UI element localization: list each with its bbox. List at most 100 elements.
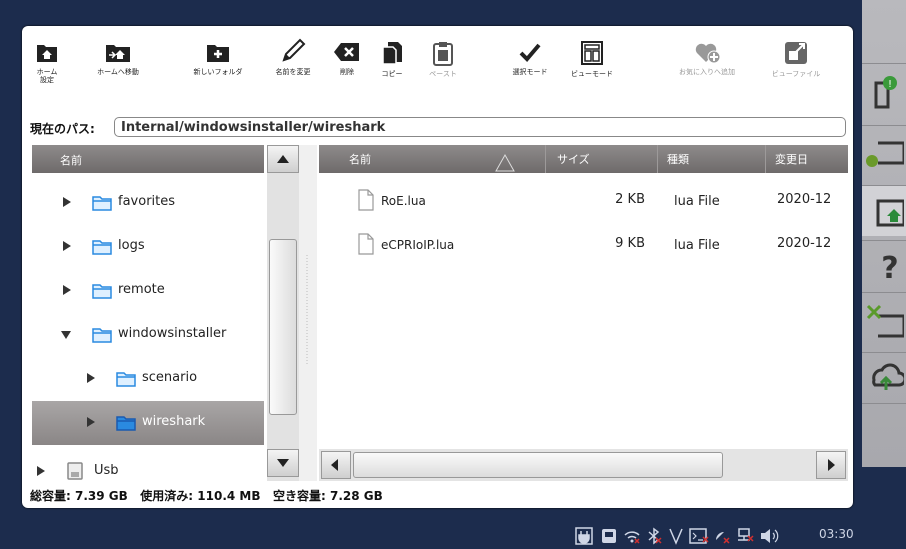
file-row[interactable]: RoE.lua 2 KB lua File 2020-12 <box>319 181 848 225</box>
scroll-right-button[interactable] <box>816 451 846 479</box>
tree-item-windowsinstaller[interactable]: windowsinstaller <box>32 313 264 357</box>
tree-scrollbar[interactable] <box>267 145 299 481</box>
file-icon <box>358 233 374 255</box>
add-favorite-label: お気に入りへ追加 <box>679 68 735 76</box>
expand-arrow-icon[interactable] <box>86 416 96 428</box>
home-settings-button[interactable]: ホーム 設定 <box>30 40 64 84</box>
view-file-icon <box>785 42 807 64</box>
column-separator <box>545 145 546 173</box>
folder-home-icon <box>876 199 904 227</box>
terminal-icon[interactable] <box>689 527 709 545</box>
satellite-icon[interactable] <box>713 527 731 545</box>
svg-text:?: ? <box>881 251 898 286</box>
path-field[interactable]: Internal/windowsinstaller/wireshark <box>114 117 846 137</box>
arrow-right-icon <box>828 459 835 471</box>
side-panel: ! ? <box>862 0 906 467</box>
wifi-icon[interactable] <box>623 527 641 545</box>
expand-arrow-icon[interactable] <box>86 372 96 384</box>
path-label: 現在のパス: <box>30 122 95 136</box>
folder-info-button[interactable]: ! <box>862 63 906 114</box>
tree-item-favorites[interactable]: favorites <box>32 181 264 225</box>
delete-icon <box>334 43 359 61</box>
file-date: 2020-12 <box>777 192 832 207</box>
view-mode-button[interactable]: ビューモード <box>564 40 620 78</box>
file-row[interactable]: eCPRIoIP.lua 9 KB lua File 2020-12 <box>319 225 848 269</box>
network-icon[interactable] <box>735 527 755 545</box>
file-name: RoE.lua <box>381 194 426 208</box>
cloud-upload-icon <box>872 363 904 390</box>
tree-item-label: favorites <box>118 194 176 209</box>
go-home-icon <box>106 45 130 62</box>
view-mode-label: ビューモード <box>571 70 613 78</box>
horizontal-scrollbar[interactable] <box>319 449 848 481</box>
scroll-left-button[interactable] <box>321 451 351 479</box>
signal-v-icon[interactable] <box>667 527 685 545</box>
column-header-type[interactable]: 種類 <box>667 151 689 167</box>
folder-tools-button[interactable] <box>862 292 906 343</box>
column-header-date[interactable]: 変更日 <box>775 151 808 167</box>
paste-icon <box>433 42 453 66</box>
storage-status: 総容量: 7.39 GB 使用済み: 110.4 MB 空き容量: 7.28 G… <box>30 489 383 503</box>
cloud-upload-button[interactable] <box>862 352 906 404</box>
collapse-arrow-icon[interactable] <box>60 330 72 340</box>
rename-button[interactable]: 名前を変更 <box>266 38 320 76</box>
home-settings-label: ホーム 設定 <box>36 68 58 84</box>
select-mode-label: 選択モード <box>512 68 548 76</box>
view-file-button[interactable]: ビューファイル <box>768 40 824 78</box>
add-favorite-button[interactable]: お気に入りへ追加 <box>672 40 742 76</box>
storage-icon[interactable] <box>601 527 617 545</box>
view-file-label: ビューファイル <box>771 70 821 78</box>
volume-icon[interactable] <box>759 527 779 545</box>
folder-icon <box>116 416 136 431</box>
tree-header[interactable]: 名前 <box>32 145 264 173</box>
tree-header-label: 名前 <box>60 154 82 167</box>
rename-label: 名前を変更 <box>275 68 311 76</box>
scroll-thumb[interactable] <box>269 239 297 415</box>
tree-item-scenario[interactable]: scenario <box>32 357 264 401</box>
system-tray: 03:30 <box>575 525 905 547</box>
copy-button[interactable]: コピー <box>372 40 412 78</box>
select-mode-icon <box>519 43 541 62</box>
expand-arrow-icon[interactable] <box>36 465 46 477</box>
column-header-name[interactable]: 名前 <box>349 151 371 167</box>
tree-item-remote[interactable]: remote <box>32 269 264 313</box>
scroll-thumb[interactable] <box>353 452 723 478</box>
select-mode-button[interactable]: 選択モード <box>504 40 556 76</box>
help-button[interactable]: ? <box>862 240 906 291</box>
file-size: 9 KB <box>615 236 645 251</box>
tree-list: favorites logs remote windowsinstaller s <box>32 173 264 481</box>
sort-ascending-icon[interactable] <box>494 151 516 173</box>
paste-button[interactable]: ペースト <box>420 40 466 78</box>
file-icon <box>358 189 374 211</box>
folder-settings-button[interactable] <box>862 125 906 176</box>
expand-arrow-icon[interactable] <box>62 196 72 208</box>
go-home-button[interactable]: ホームへ移動 <box>88 40 148 76</box>
arrow-down-icon <box>277 459 289 467</box>
tree-item-usb[interactable]: Usb <box>32 449 264 481</box>
scroll-up-button[interactable] <box>267 145 299 173</box>
delete-button[interactable]: 削除 <box>332 40 362 76</box>
bluetooth-icon[interactable] <box>645 527 663 545</box>
home-settings-icon <box>37 45 57 62</box>
new-folder-icon <box>207 45 229 62</box>
tree-item-label: windowsinstaller <box>118 326 227 341</box>
tree-item-label: scenario <box>142 370 198 385</box>
folder-home-button[interactable] <box>862 185 906 236</box>
expand-arrow-icon[interactable] <box>62 284 72 296</box>
new-folder-button[interactable]: 新しいフォルダ <box>182 40 254 76</box>
tree-item-label: logs <box>118 238 145 253</box>
tree-item-logs[interactable]: logs <box>32 225 264 269</box>
copy-label: コピー <box>381 70 403 78</box>
scroll-down-button[interactable] <box>267 449 299 477</box>
usb-drive-icon <box>67 462 83 480</box>
svg-text:!: ! <box>888 79 892 90</box>
expand-arrow-icon[interactable] <box>62 240 72 252</box>
pane-splitter[interactable] <box>299 145 317 481</box>
file-date: 2020-12 <box>777 236 832 251</box>
tree-item-wireshark[interactable]: wireshark <box>32 401 264 445</box>
column-header-size[interactable]: サイズ <box>557 151 590 167</box>
clock[interactable]: 03:30 <box>819 527 854 541</box>
copy-icon <box>382 42 402 65</box>
file-size: 2 KB <box>615 192 645 207</box>
power-plug-icon[interactable] <box>575 527 593 545</box>
